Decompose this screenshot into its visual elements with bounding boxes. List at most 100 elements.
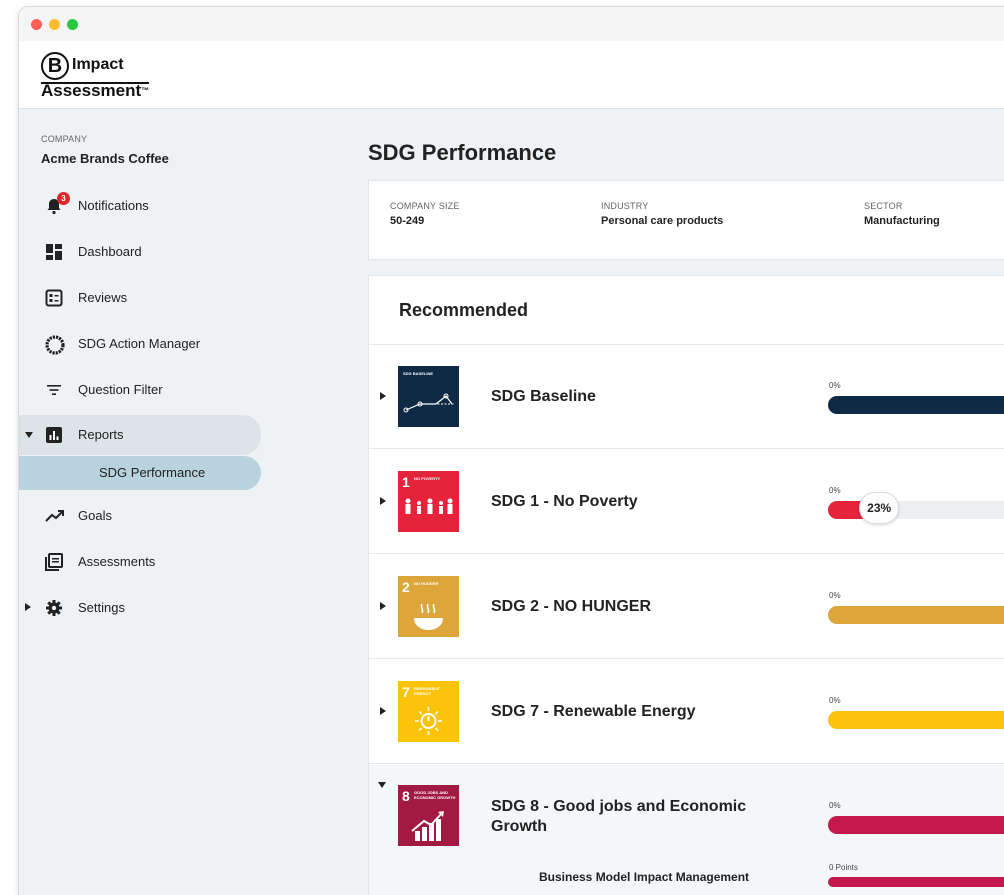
progress-fill xyxy=(828,606,1004,624)
tile-number: 2 xyxy=(402,579,410,595)
sidebar-item-question-filter[interactable]: Question Filter xyxy=(19,370,261,410)
maximize-window-button[interactable] xyxy=(67,19,78,30)
b-logo-icon: B xyxy=(41,52,69,80)
progress-bar: 23% xyxy=(828,492,1004,524)
sdg-row-8[interactable]: 8 GOOD JOBS AND ECONOMIC GROWTH SDG 8 - … xyxy=(369,765,1004,855)
sidebar-item-label: SDG Action Manager xyxy=(78,336,201,351)
reviews-icon xyxy=(45,289,63,307)
bowl-icon xyxy=(414,603,443,630)
baseline-chart-icon xyxy=(403,393,454,413)
sidebar-item-settings[interactable]: Settings xyxy=(19,588,261,628)
sidebar-item-label: Reports xyxy=(78,427,124,442)
subitem-points-label: 0 Points xyxy=(829,863,858,872)
sidebar-subitem-sdg-performance[interactable]: SDG Performance xyxy=(19,456,261,490)
company-info-card: COMPANY SIZE 50-249 INDUSTRY Personal ca… xyxy=(368,180,1004,260)
expand-caret-icon[interactable] xyxy=(25,603,31,611)
sidebar-item-label: Notifications xyxy=(78,198,149,213)
expand-caret-icon[interactable] xyxy=(380,497,386,505)
sidebar-item-dashboard[interactable]: Dashboard xyxy=(19,232,261,272)
app-window: B Impact Assessment™ COMPANY Acme Brands… xyxy=(18,6,1004,895)
sidebar-subitem-label: SDG Performance xyxy=(99,465,206,480)
info-value: Manufacturing xyxy=(864,215,940,227)
sdg-name: SDG 2 - NO HUNGER xyxy=(491,598,652,615)
sdg-row-1[interactable]: 1 NO POVERTY SDG 1 - No Poverty 0% 23% xyxy=(369,450,1004,554)
main-content: SDG Performance COMPANY SIZE 50-249 INDU… xyxy=(279,110,1004,895)
progress-fill xyxy=(828,396,1004,414)
sidebar-item-notifications[interactable]: 3 Notifications xyxy=(19,186,261,226)
dashboard-icon xyxy=(45,243,63,261)
expand-caret-icon[interactable] xyxy=(380,392,386,400)
sidebar: COMPANY Acme Brands Coffee 3 Notificatio… xyxy=(19,110,279,895)
info-company-size: COMPANY SIZE 50-249 xyxy=(390,201,460,227)
sdg-row-baseline[interactable]: SDG BASELINE SDG Baseline 0% xyxy=(369,345,1004,449)
progress-fill xyxy=(828,816,1004,834)
logo-line2-text: Assessment xyxy=(41,81,142,100)
info-value: Personal care products xyxy=(601,215,724,227)
sidebar-item-label: Dashboard xyxy=(78,244,142,259)
sdg-name: SDG 7 - Renewable Energy xyxy=(491,703,696,720)
sidebar-item-label: Settings xyxy=(78,600,125,615)
b-impact-logo[interactable]: B Impact Assessment™ xyxy=(41,52,211,100)
tile-label: SDG BASELINE xyxy=(403,371,434,376)
trend-icon xyxy=(45,507,64,525)
notification-badge: 3 xyxy=(57,192,70,205)
expand-caret-icon[interactable] xyxy=(25,432,33,438)
expand-caret-icon[interactable] xyxy=(380,707,386,715)
info-industry: INDUSTRY Personal care products xyxy=(601,201,723,227)
minimize-window-button[interactable] xyxy=(49,19,60,30)
sidebar-item-sdg-action-manager[interactable]: SDG Action Manager xyxy=(19,324,261,364)
sdg-8-tile-icon: 8 GOOD JOBS AND ECONOMIC GROWTH xyxy=(398,785,459,846)
sdg-row-2[interactable]: 2 NO HUNGER SDG 2 - NO HUNGER 0% xyxy=(369,555,1004,659)
company-name: Acme Brands Coffee xyxy=(41,151,169,166)
sdg-name: SDG 1 - No Poverty xyxy=(491,493,638,510)
progress-bar xyxy=(828,711,1004,729)
recommended-card: Recommended SDG BASELINE SDG Baseline 0%… xyxy=(368,275,1004,895)
sdg-name: SDG 8 - Good jobs and Economic Growth xyxy=(491,798,747,835)
bar-label: 0% xyxy=(829,486,841,495)
bar-label: 0% xyxy=(829,696,841,705)
percent-bubble[interactable]: 23% xyxy=(859,492,900,524)
sidebar-item-label: Reviews xyxy=(78,290,128,305)
sidebar-item-reviews[interactable]: Reviews xyxy=(19,278,261,318)
tile-label: NO POVERTY xyxy=(414,476,441,481)
close-window-button[interactable] xyxy=(31,19,42,30)
filter-icon xyxy=(45,381,63,399)
family-icon xyxy=(405,498,453,514)
sdg-8-subitem-row[interactable]: Business Model Impact Management 0 Point… xyxy=(369,855,1004,895)
sun-power-icon xyxy=(415,707,442,735)
info-key: COMPANY SIZE xyxy=(390,201,460,211)
info-key: SECTOR xyxy=(864,201,903,211)
tile-label: RENEWABLE ENERGY xyxy=(414,686,440,696)
subitem-progress-bar xyxy=(828,877,1004,887)
title-bar xyxy=(19,7,1004,41)
bar-label: 0% xyxy=(829,381,841,390)
collapse-caret-icon[interactable] xyxy=(378,782,386,788)
assessments-icon xyxy=(45,553,63,571)
app-header: B Impact Assessment™ xyxy=(19,41,1004,109)
sdg-2-tile-icon: 2 NO HUNGER xyxy=(398,576,459,637)
reports-icon xyxy=(45,426,63,444)
sdg-1-tile-icon: 1 NO POVERTY xyxy=(398,471,459,532)
info-value: 50-249 xyxy=(390,215,425,227)
progress-bar xyxy=(828,816,1004,834)
sidebar-item-goals[interactable]: Goals xyxy=(19,496,261,536)
sidebar-item-reports[interactable]: Reports xyxy=(19,415,261,455)
sdg-wheel-icon xyxy=(45,335,65,355)
logo-line2: Assessment™ xyxy=(41,81,150,100)
sidebar-item-assessments[interactable]: Assessments xyxy=(19,542,261,582)
company-label: COMPANY xyxy=(41,134,88,144)
recommended-title: Recommended xyxy=(399,300,529,320)
growth-chart-icon xyxy=(411,811,444,841)
sdg-baseline-tile-icon: SDG BASELINE xyxy=(398,366,459,427)
sdg-row-7[interactable]: 7 RENEWABLE ENERGY SDG 7 - Renewable Ene… xyxy=(369,660,1004,764)
info-key: INDUSTRY xyxy=(601,201,649,211)
bar-label: 0% xyxy=(829,801,841,810)
subitem-name: Business Model Impact Management xyxy=(539,870,750,884)
logo-line1: Impact xyxy=(72,56,124,73)
bell-icon: 3 xyxy=(45,192,70,215)
expand-caret-icon[interactable] xyxy=(380,602,386,610)
logo-trademark: ™ xyxy=(141,86,150,95)
tile-number: 8 xyxy=(402,788,410,804)
sdg-7-tile-icon: 7 RENEWABLE ENERGY xyxy=(398,681,459,742)
gear-icon xyxy=(45,599,63,617)
